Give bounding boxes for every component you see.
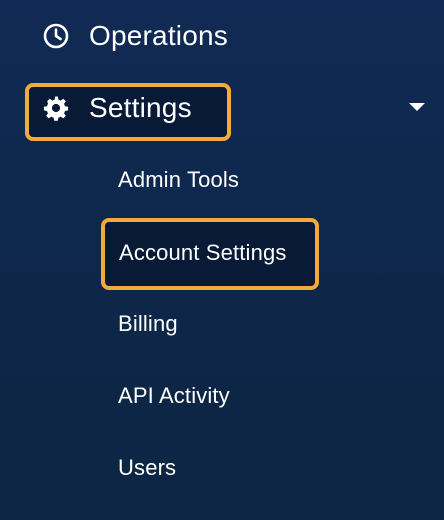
sidebar-item-label: Operations xyxy=(89,20,228,51)
submenu-item-account-settings-highlight: Account Settings xyxy=(101,218,319,290)
submenu-item-users[interactable]: Users xyxy=(118,453,176,483)
submenu-item-api-activity[interactable]: API Activity xyxy=(118,381,230,411)
submenu-item-account-settings[interactable]: Account Settings xyxy=(119,238,287,268)
gear-icon xyxy=(42,94,70,122)
chevron-down-icon[interactable] xyxy=(409,103,425,111)
sidebar-item-settings[interactable]: Settings xyxy=(42,72,192,144)
sidebar-item-label: Settings xyxy=(89,92,192,123)
clock-icon xyxy=(42,22,70,50)
submenu-item-admin-tools[interactable]: Admin Tools xyxy=(118,165,239,195)
submenu-item-billing[interactable]: Billing xyxy=(118,309,178,339)
sidebar-item-operations[interactable]: Operations xyxy=(0,0,444,72)
